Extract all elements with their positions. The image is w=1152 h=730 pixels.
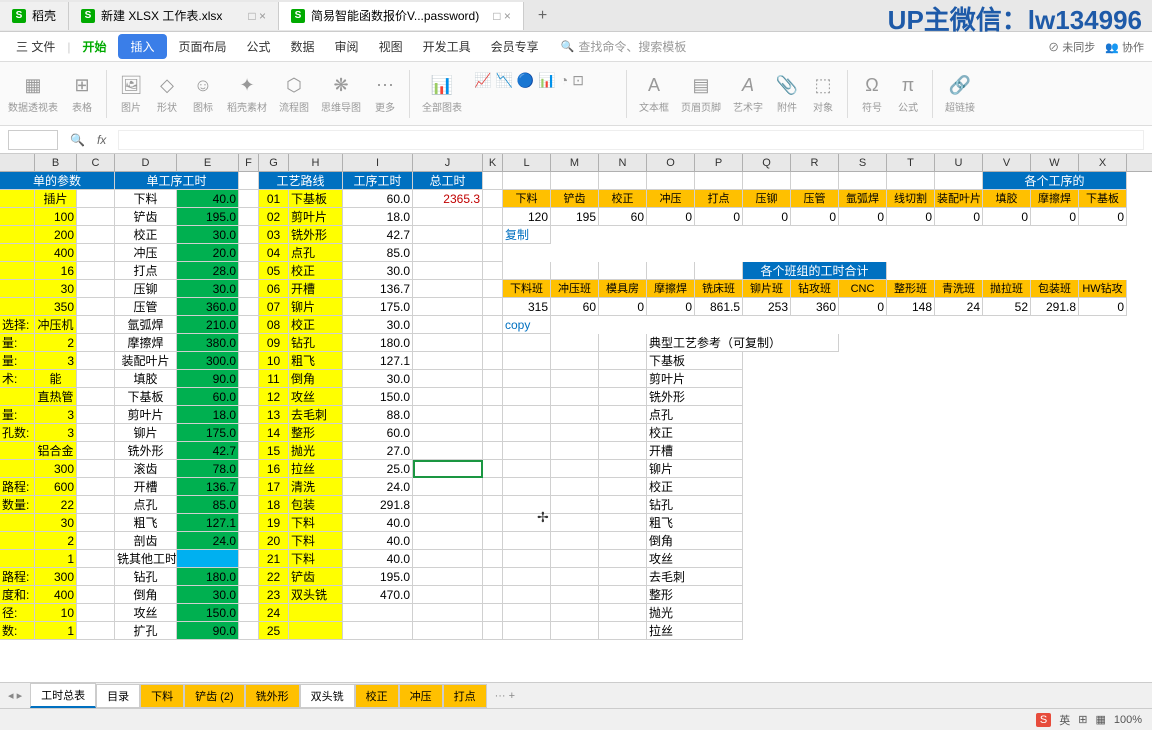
doc-icon: S [81,9,95,23]
ribbon-wordart[interactable]: A艺术字 [733,73,763,114]
sheet-tab-3[interactable]: 铲齿 (2) [184,684,245,708]
doc-icon: S [291,9,305,23]
sheet-tab-2[interactable]: 下料 [140,684,184,708]
cursor-icon: ✢ [537,509,549,526]
ribbon-shape[interactable]: ◇形状 [155,73,179,114]
ribbon-table[interactable]: ⊞表格 [70,73,94,114]
sheet-tab-7[interactable]: 冲压 [399,684,443,708]
menu-view[interactable]: 视图 [371,34,411,59]
add-tab-button[interactable]: + [524,7,561,25]
ribbon-symbol[interactable]: Ω符号 [860,73,884,114]
name-box[interactable] [8,130,58,150]
tab-doc-2[interactable]: S简易智能函数报价V...password)□ × [279,2,524,30]
sync-status[interactable]: ⊘ 未同步 [1048,39,1095,55]
file-menu[interactable]: 三 文件 [8,34,63,59]
sheet-tab-4[interactable]: 铣外形 [245,684,300,708]
menu-formula[interactable]: 公式 [239,34,279,59]
zoom-icon[interactable]: 🔍 [70,133,85,147]
menu-data[interactable]: 数据 [283,34,323,59]
formula-input[interactable] [118,130,1144,150]
ribbon-equation[interactable]: π公式 [896,73,920,114]
ribbon-chart[interactable]: 📊全部图表 [422,73,462,114]
fx-label: fx [97,133,106,147]
ribbon-object[interactable]: ⬚对象 [811,73,835,114]
sheet-tab-0[interactable]: 工时总表 [30,683,96,708]
sheet-tab-1[interactable]: 目录 [96,684,140,708]
menu-review[interactable]: 审阅 [327,34,367,59]
sheet-tabs: ◂ ▸ 工时总表 目录 下料 铲齿 (2) 铣外形 双头铣 校正 冲压 打点 ·… [0,682,1152,708]
coop-button[interactable]: 👥 协作 [1105,39,1144,55]
ribbon-textbox[interactable]: A文本框 [639,73,669,114]
ribbon-header[interactable]: ▤页眉页脚 [681,73,721,114]
tab-doc-1[interactable]: S新建 XLSX 工作表.xlsx□ × [69,2,279,30]
sheet-tab-6[interactable]: 校正 [355,684,399,708]
ribbon-more[interactable]: ⋯更多 [373,73,397,114]
ribbon-link[interactable]: 🔗超链接 [945,73,975,114]
tab-doc-0[interactable]: S稻壳 [0,2,69,30]
ribbon-image[interactable]: 🖼图片 [119,73,143,114]
doc-icon: S [12,9,26,23]
ribbon-mind[interactable]: ❋思维导图 [321,73,361,114]
ribbon-attach[interactable]: 📎附件 [775,73,799,114]
menu-insert[interactable]: 插入 [118,34,166,59]
sheet-tab-8[interactable]: 打点 [443,684,487,708]
status-bar: S 英 ⊞ ▦ 100% [0,708,1152,730]
menu-layout[interactable]: 页面布局 [171,34,235,59]
ribbon-docer[interactable]: ✦稻壳素材 [227,73,267,114]
formula-bar: 🔍 fx [0,126,1152,154]
ribbon-toolbar: ▦数据透视表 ⊞表格 🖼图片 ◇形状 ☺图标 ✦稻壳素材 ⬡流程图 ❋思维导图 … [0,62,1152,126]
ribbon-icon[interactable]: ☺图标 [191,73,215,114]
command-search[interactable]: 查找命令、搜索模板 [561,38,687,55]
spreadsheet-grid[interactable]: BCDEFGHIJKLMNOPQRSTUVWX 单的参数单工序工时工艺路线工序工… [0,154,1152,682]
menu-dev[interactable]: 开发工具 [415,34,479,59]
ribbon-flow[interactable]: ⬡流程图 [279,73,309,114]
menu-home[interactable]: 开始 [74,34,114,59]
watermark-text: UP主微信：lw134996 [888,0,1142,37]
menu-member[interactable]: 会员专享 [483,34,547,59]
sheet-tab-5[interactable]: 双头铣 [300,684,355,708]
ribbon-pivot[interactable]: ▦数据透视表 [8,73,58,114]
